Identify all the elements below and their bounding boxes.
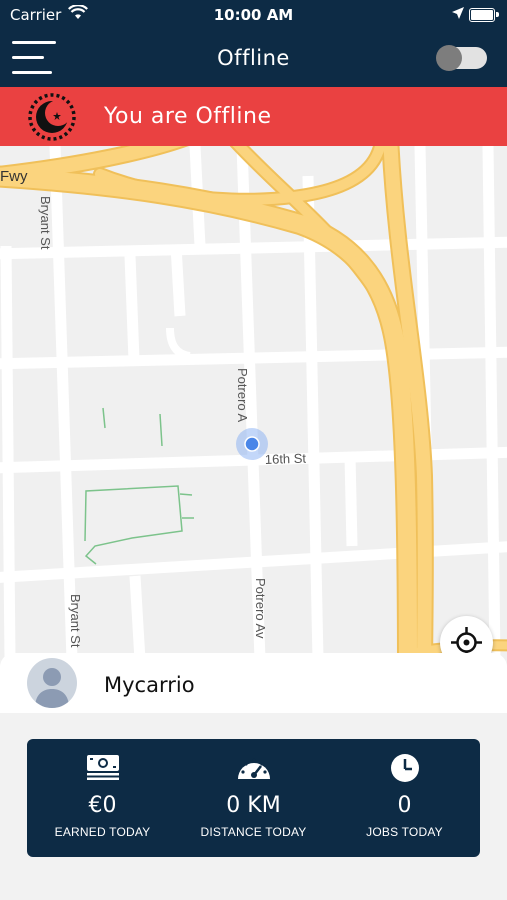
battery-tip bbox=[496, 12, 499, 17]
profile-card[interactable]: Mycarrio bbox=[0, 653, 507, 713]
jobs-value: 0 bbox=[397, 793, 412, 818]
stat-jobs: 0 JOBS TODAY bbox=[329, 739, 480, 857]
moon-icon bbox=[28, 93, 76, 141]
map-view[interactable]: Fwy Bryant St Bryant St Potrero A Potrer… bbox=[0, 146, 507, 660]
status-bar: Carrier 10:00 AM bbox=[0, 0, 507, 30]
bryant-st-bottom-label: Bryant St bbox=[68, 594, 83, 648]
jobs-label: JOBS TODAY bbox=[366, 825, 443, 839]
money-icon bbox=[86, 755, 119, 780]
stat-distance: 0 KM DISTANCE TODAY bbox=[178, 739, 329, 857]
speedometer-icon bbox=[237, 758, 270, 779]
battery-icon bbox=[469, 8, 495, 22]
toggle-knob bbox=[436, 45, 462, 71]
online-toggle[interactable] bbox=[436, 45, 487, 71]
map-canvas: Fwy Bryant St Bryant St Potrero A Potrer… bbox=[0, 146, 507, 660]
potrero-top-label: Potrero A bbox=[235, 368, 250, 423]
park-paths bbox=[84, 407, 194, 565]
current-location-dot bbox=[244, 436, 260, 452]
offline-message: You are Offline bbox=[104, 104, 272, 129]
16th-st-label: 16th St bbox=[265, 451, 307, 467]
fwy-label: Fwy bbox=[0, 168, 28, 185]
distance-label: DISTANCE TODAY bbox=[200, 825, 307, 839]
clock-time: 10:00 AM bbox=[213, 6, 294, 24]
page-title: Offline bbox=[217, 46, 290, 70]
hamburger-menu-icon[interactable] bbox=[12, 38, 56, 78]
offline-banner: You are Offline bbox=[0, 87, 507, 146]
earned-value: €0 bbox=[88, 793, 117, 818]
curved-lane bbox=[166, 327, 191, 360]
clock-icon bbox=[390, 754, 419, 782]
bryant-st-top-label: Bryant St bbox=[38, 196, 53, 250]
nav-bar: Offline bbox=[0, 30, 507, 87]
stats-panel: €0 EARNED TODAY 0 KM DISTANCE TODAY 0 JO… bbox=[27, 739, 480, 857]
user-name: Mycarrio bbox=[104, 673, 195, 697]
location-arrow-icon bbox=[452, 7, 464, 19]
stat-earned: €0 EARNED TODAY bbox=[27, 739, 178, 857]
distance-value: 0 KM bbox=[226, 793, 281, 818]
potrero-bottom-label: Potrero Av bbox=[253, 578, 268, 639]
user-avatar-icon bbox=[27, 658, 77, 708]
earned-label: EARNED TODAY bbox=[54, 825, 151, 839]
